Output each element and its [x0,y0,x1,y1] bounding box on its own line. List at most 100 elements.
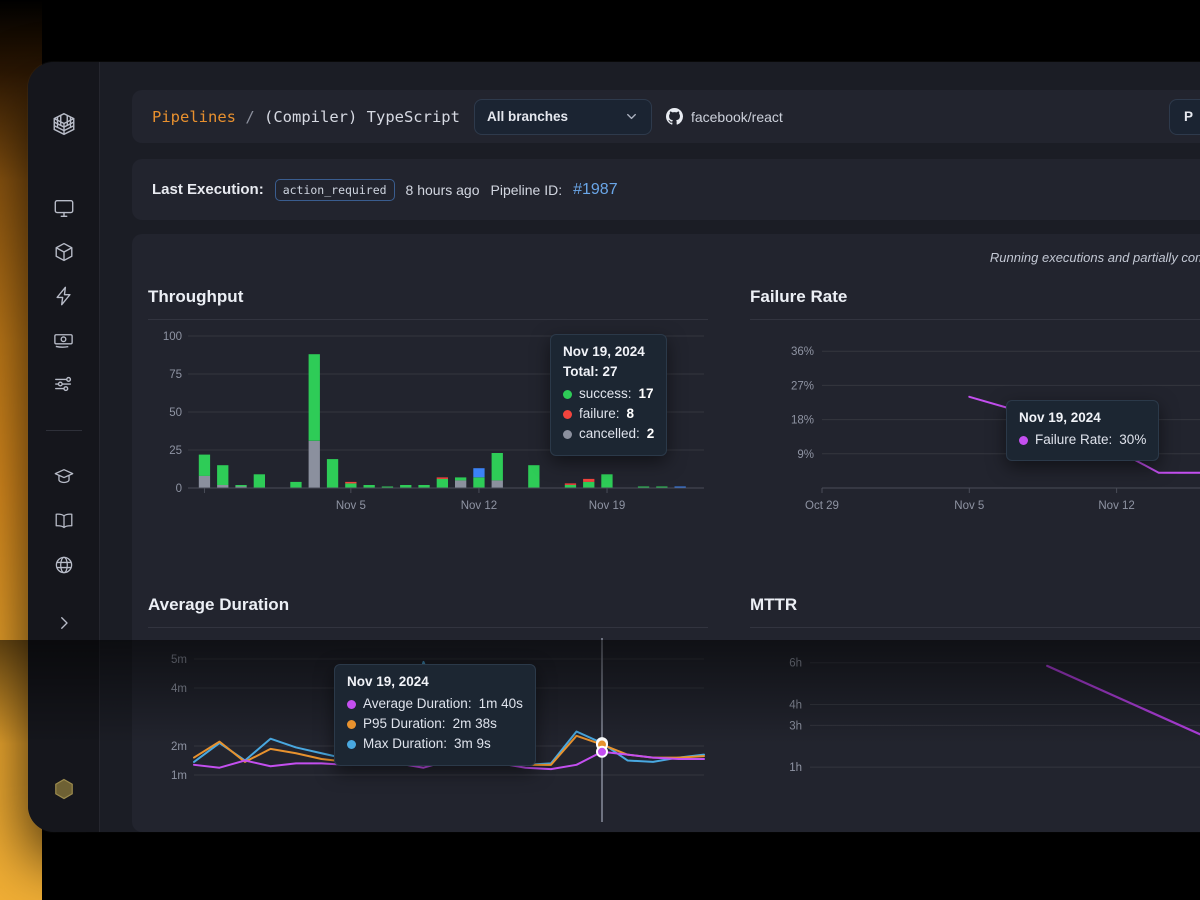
legend-dot-icon [563,390,572,399]
chart-plot-mttr[interactable]: 1h3h4h6h [750,636,1200,832]
bar-segment-success [309,354,320,441]
lightning-bolt-icon[interactable] [44,276,84,316]
tooltip-row-label: Average Duration: [363,694,472,714]
axis-tick-label: Oct 29 [805,500,839,512]
chart-title-average-duration: Average Duration [148,591,708,627]
tooltip-row-value: 8 [627,404,635,424]
book-icon[interactable] [44,501,84,541]
primary-action-button[interactable]: P [1169,99,1200,135]
bar-segment-success [199,455,210,476]
hexagon-logo-icon[interactable] [47,772,81,806]
metrics-panel: Running executions and partially com Thr… [132,234,1200,832]
tooltip-total-value: 27 [603,364,618,379]
legend-dot-icon [347,720,356,729]
repository-name: facebook/react [691,109,783,125]
tooltip-rows: success:17failure:8cancelled:2 [563,384,654,445]
bar-segment-failure [345,482,356,484]
tooltip-row-value: 1m 40s [479,694,523,714]
tooltip-row: Failure Rate:30% [1019,430,1146,450]
chart-title-throughput: Throughput [148,283,708,319]
tooltip-row: Max Duration: 3m 9s [347,734,523,754]
legend-dot-icon [347,700,356,709]
bar-segment-success [345,483,356,488]
axis-tick-label: 9% [797,449,814,461]
axis-tick-label: 50 [169,407,182,419]
tooltip-row-label: P95 Duration: [363,714,446,734]
globe-icon[interactable] [44,545,84,585]
axis-tick-label: 0 [176,483,182,495]
bar-segment-success [528,465,539,488]
chart-rule [750,627,1200,628]
bar-segment-cancelled [309,441,320,488]
app-window: Pipelines / (Compiler) TypeScript All br… [28,62,1200,832]
highlight-point [597,747,607,757]
bar-segment-running [473,468,484,477]
chevron-down-icon [624,109,639,124]
status-badge[interactable]: action_required [275,179,395,201]
chart-plot-average-duration[interactable]: 1m2m4m5m Nov 19, 2024 Average Duration:1… [148,636,708,832]
axis-tick-label: Nov 19 [589,500,625,512]
repository-link[interactable]: facebook/react [666,108,783,125]
axis-tick-label: 18% [791,415,814,427]
tooltip-row: P95 Duration: 2m 38s [347,714,523,734]
last-execution-bar: Last Execution: action_required 8 hours … [132,159,1200,220]
breadcrumb-root-link[interactable]: Pipelines [152,108,236,126]
bar-segment-cancelled [455,480,466,488]
bar-segment-failure [437,477,448,479]
bar-segment-failure [583,479,594,482]
chevron-right-icon[interactable] [44,603,84,643]
bar-segment-cancelled [199,476,210,488]
line-series-mttr [1047,666,1200,782]
pipeline-id-link[interactable]: #1987 [573,181,618,199]
tooltip-average-duration: Nov 19, 2024 Average Duration:1m 40sP95 … [334,664,536,766]
sliders-icon[interactable] [44,364,84,404]
legend-dot-icon [347,740,356,749]
last-execution-label: Last Execution: [152,181,264,198]
monitor-icon[interactable] [44,188,84,228]
pipeline-id-label: Pipeline ID: [491,182,563,198]
bar-segment-success [254,474,265,488]
bar-segment-success [217,465,228,485]
breadcrumb: Pipelines / (Compiler) TypeScript [152,108,460,126]
tooltip-row: success:17 [563,384,654,404]
main-content: Pipelines / (Compiler) TypeScript All br… [100,62,1200,832]
axis-tick-label: 36% [791,346,814,358]
axis-tick-label: Nov 5 [954,500,984,512]
rubiks-cube-logo-icon[interactable] [44,104,84,144]
charts-grid: Throughput 0255075100Nov 5Nov 12Nov 19No… [132,269,1200,832]
tooltip-row-value: 3m 9s [454,734,491,754]
bar-segment-success [601,474,612,488]
axis-tick-label: Nov 12 [1098,500,1134,512]
sidebar-rail [28,62,100,832]
tooltip-date: Nov 19, 2024 [347,674,523,689]
axis-tick-label: 5m [171,654,187,666]
box-icon[interactable] [44,232,84,272]
chart-plot-throughput[interactable]: 0255075100Nov 5Nov 12Nov 19Nov 26 Nov 19… [148,328,708,538]
branch-filter-value: All branches [487,109,568,124]
bar-segment-success [327,459,338,488]
legend-dot-icon [563,410,572,419]
axis-tick-label: Nov 5 [336,500,366,512]
chart-card-failure-rate: Failure Rate 9%18%27%36%Oct 29Nov 5Nov 1… [734,269,1200,577]
tooltip-row-label: Failure Rate: [1035,430,1112,450]
axis-tick-label: 25 [169,445,182,457]
bar-segment-failure [565,483,576,485]
axis-tick-label: 75 [169,369,182,381]
tooltip-total: Total: 27 [563,364,654,379]
legend-dot-icon [563,430,572,439]
axis-tick-label: 3h [789,720,802,732]
tooltip-row-value: 2m 38s [453,714,497,734]
chart-card-throughput: Throughput 0255075100Nov 5Nov 12Nov 19No… [132,269,734,577]
bar-segment-success [290,482,301,488]
tooltip-row-label: Max Duration: [363,734,447,754]
chart-rule [148,627,708,628]
branch-filter-dropdown[interactable]: All branches [474,99,652,135]
chart-title-failure-rate: Failure Rate [750,283,1200,319]
tooltip-throughput: Nov 19, 2024 Total: 27 success:17failure… [550,334,667,456]
banknote-icon[interactable] [44,320,84,360]
bar-segment-cancelled [492,480,503,488]
graduation-cap-icon[interactable] [44,457,84,497]
tooltip-total-label: Total: [563,364,599,379]
bar-segment-success [437,479,448,488]
chart-plot-failure-rate[interactable]: 9%18%27%36%Oct 29Nov 5Nov 12Nov Nov 19, … [750,328,1200,538]
